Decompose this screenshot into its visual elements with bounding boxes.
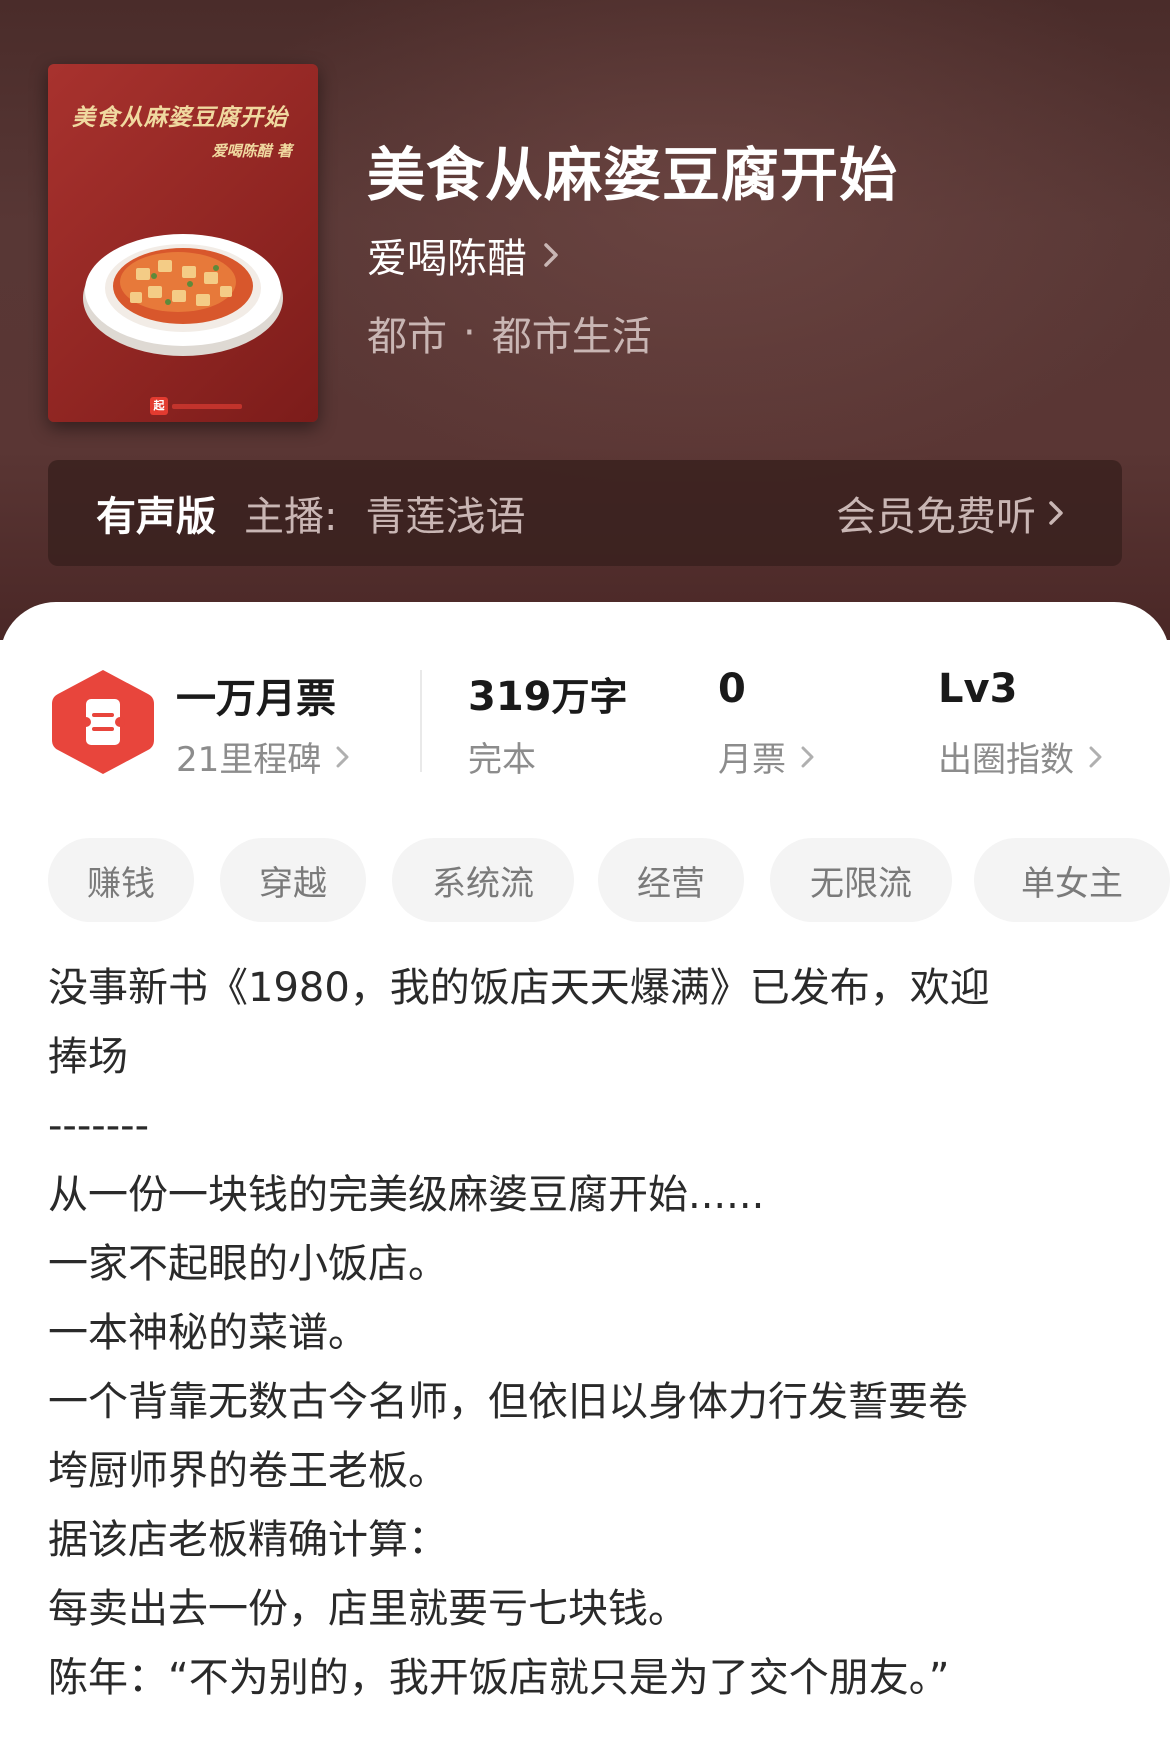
book-title: 美食从麻婆豆腐开始: [367, 141, 899, 209]
book-info-sheet: 一万月票 21里程碑 319万字 完本 0 月票 Lv3 出圈指数 赚钱 穿越 …: [0, 602, 1170, 1738]
description-line: 从一份一块钱的完美级麻婆豆腐开始......: [48, 1172, 765, 1218]
tag-chip[interactable]: 穿越: [220, 838, 366, 922]
audio-host-name: 青莲浅语: [365, 494, 526, 540]
monthly-ticket-icon: [52, 670, 154, 774]
milestone-label: 21里程碑: [176, 740, 322, 780]
book-header: 美食从麻婆豆腐开始 爱喝陈醋 著 起 美食从麻婆豆腐开始 爱喝陈醋 都市 · 都…: [0, 0, 1170, 640]
description-line: 没事新书《1980，我的饭店天天爆满》已发布，欢迎: [48, 965, 990, 1011]
popularity-index-label: 出圈指数: [938, 740, 1074, 780]
completion-status: 完本: [468, 732, 536, 781]
tag-chip[interactable]: 无限流: [770, 838, 952, 922]
author-link[interactable]: 爱喝陈醋: [367, 226, 563, 284]
cover-title: 美食从麻婆豆腐开始: [72, 104, 288, 131]
cover-author: 爱喝陈醋 著: [211, 142, 292, 160]
genre-row: 都市 · 都市生活: [367, 304, 652, 362]
chevron-right-icon: [336, 746, 349, 767]
description-line: 一个背靠无数古今名师，但依旧以身体力行发誓要卷: [48, 1379, 968, 1425]
chevron-right-icon: [1089, 746, 1102, 767]
genre-separator: ·: [463, 310, 476, 356]
word-count-value: 319: [468, 674, 552, 720]
description-line: 垮厨师界的卷王老板。: [48, 1448, 448, 1494]
tag-chip[interactable]: 系统流: [392, 838, 574, 922]
description-line: 捧场: [48, 1034, 128, 1080]
monthly-votes-label: 月票: [718, 740, 786, 780]
subcategory-link[interactable]: 都市生活: [492, 304, 652, 362]
book-cover[interactable]: 美食从麻婆豆腐开始 爱喝陈醋 著 起: [48, 64, 318, 422]
book-detail-page: 美食从麻婆豆腐开始 爱喝陈醋 著 起 美食从麻婆豆腐开始 爱喝陈醋 都市 · 都…: [0, 0, 1170, 1738]
word-count-unit: 万字: [551, 675, 628, 719]
audio-host-label: 主播:: [244, 494, 338, 540]
category-link[interactable]: 都市: [367, 304, 447, 362]
tag-chip[interactable]: 经营: [598, 838, 744, 922]
audio-version-bar[interactable]: 有声版 主播: 青莲浅语 会员免费听: [48, 460, 1122, 566]
member-free-listen-button[interactable]: 会员免费听: [836, 460, 1068, 566]
chevron-right-icon: [544, 243, 558, 267]
description-line: 每卖出去一份，店里就要亏七块钱。: [48, 1586, 688, 1632]
tag-list: 赚钱 穿越 系统流 经营 无限流 单女主: [48, 838, 1170, 922]
author-name: 爱喝陈醋: [367, 236, 527, 282]
audio-badge: 有声版: [96, 494, 216, 540]
completion-label: 完本: [468, 740, 536, 780]
chevron-right-icon: [1049, 501, 1063, 525]
description-line: 陈年：“不为别的，我开饭店就只是为了交个朋友。”: [48, 1655, 950, 1701]
popularity-level-value: Lv3: [938, 666, 1018, 712]
monthly-votes-link[interactable]: 月票: [718, 732, 818, 781]
word-count: 319万字: [468, 666, 628, 721]
milestone-link[interactable]: 21里程碑: [176, 732, 353, 781]
tag-chip[interactable]: 赚钱: [48, 838, 194, 922]
stats-divider: [420, 670, 422, 772]
publisher-logo: 起: [150, 397, 168, 415]
member-free-listen-label: 会员免费听: [836, 494, 1036, 540]
publisher-name-mark: [172, 404, 242, 409]
tag-chip[interactable]: 单女主: [974, 838, 1170, 922]
popularity-index-link[interactable]: 出圈指数: [938, 732, 1106, 781]
ticket-status: 一万月票: [176, 676, 336, 722]
mapo-tofu-dish-illustration: [83, 234, 283, 356]
chevron-right-icon: [801, 746, 814, 767]
description-line: -------: [48, 1103, 150, 1149]
description-line: 据该店老板精确计算：: [48, 1517, 448, 1563]
description-line: 一本神秘的菜谱。: [48, 1310, 368, 1356]
monthly-votes-value: 0: [718, 666, 746, 712]
description-line: 一家不起眼的小饭店。: [48, 1241, 448, 1287]
stats-row: 一万月票 21里程碑 319万字 完本 0 月票 Lv3 出圈指数: [0, 602, 1170, 782]
book-description[interactable]: 没事新书《1980，我的饭店天天爆满》已发布，欢迎 捧场 ------- 从一份…: [48, 954, 1128, 1713]
